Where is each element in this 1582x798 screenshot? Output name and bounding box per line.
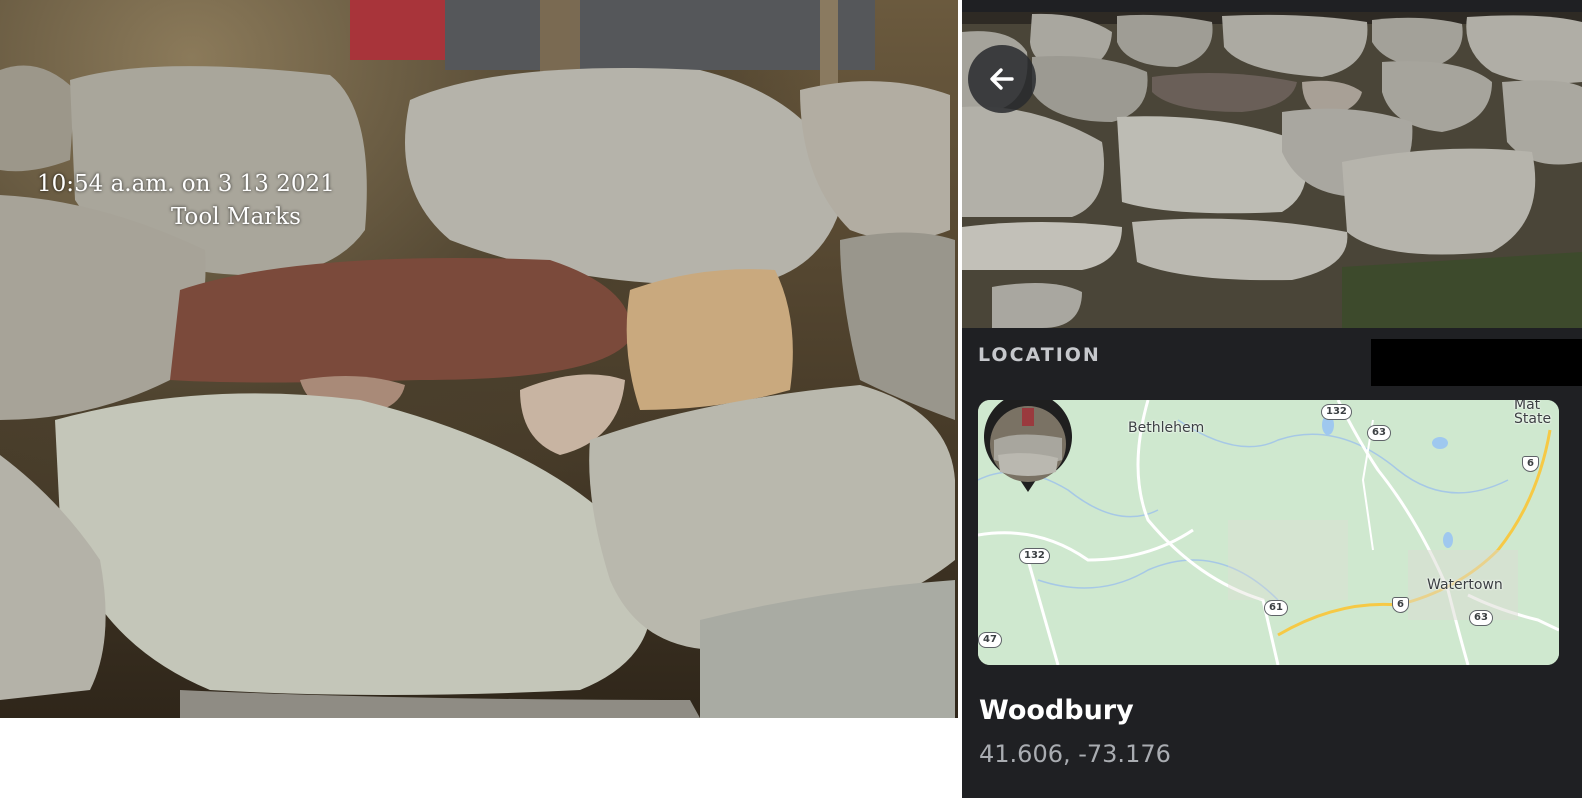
us-route-6-mid-shield: 6 xyxy=(1392,597,1409,613)
route-63-bottom-shield: 63 xyxy=(1469,610,1493,626)
route-132-shield: 132 xyxy=(1321,404,1352,420)
photo-location-pin[interactable] xyxy=(978,400,1078,500)
place-name: Woodbury xyxy=(979,695,1134,726)
photo-timestamp: 10:54 a.am. on 3 13 2021 xyxy=(37,171,335,197)
redacted-box xyxy=(1371,339,1582,386)
arrow-left-icon xyxy=(990,68,1014,90)
location-section-label: LOCATION xyxy=(978,344,1101,366)
photo-preview[interactable] xyxy=(962,12,1582,328)
route-63-shield: 63 xyxy=(1367,425,1391,441)
map-label-watertown: Watertown xyxy=(1427,577,1503,593)
stone-wall-illustration xyxy=(0,0,955,718)
photo-caption: Tool Marks xyxy=(171,204,301,230)
route-61-shield: 61 xyxy=(1264,600,1288,616)
map-label-bethlehem: Bethlehem xyxy=(1128,420,1205,436)
stone-wall-photo: 10:54 a.am. on 3 13 2021 Tool Marks xyxy=(0,0,958,718)
location-map[interactable]: Bethlehem Watertown Mat State 132 63 6 1… xyxy=(978,400,1559,665)
route-132-left-shield: 132 xyxy=(1019,548,1050,564)
route-47-shield: 47 xyxy=(978,632,1002,648)
photo-info-panel: LOCATION Bethlehem Watertown Mat State 1… xyxy=(962,0,1582,798)
back-button[interactable] xyxy=(968,45,1036,113)
stone-wall-preview-illustration xyxy=(962,12,1582,328)
us-route-6-shield: 6 xyxy=(1522,456,1539,472)
map-label-state-forest: Mat State xyxy=(1514,400,1552,427)
blank-area xyxy=(0,718,958,798)
coordinates: 41.606, -73.176 xyxy=(979,740,1171,768)
